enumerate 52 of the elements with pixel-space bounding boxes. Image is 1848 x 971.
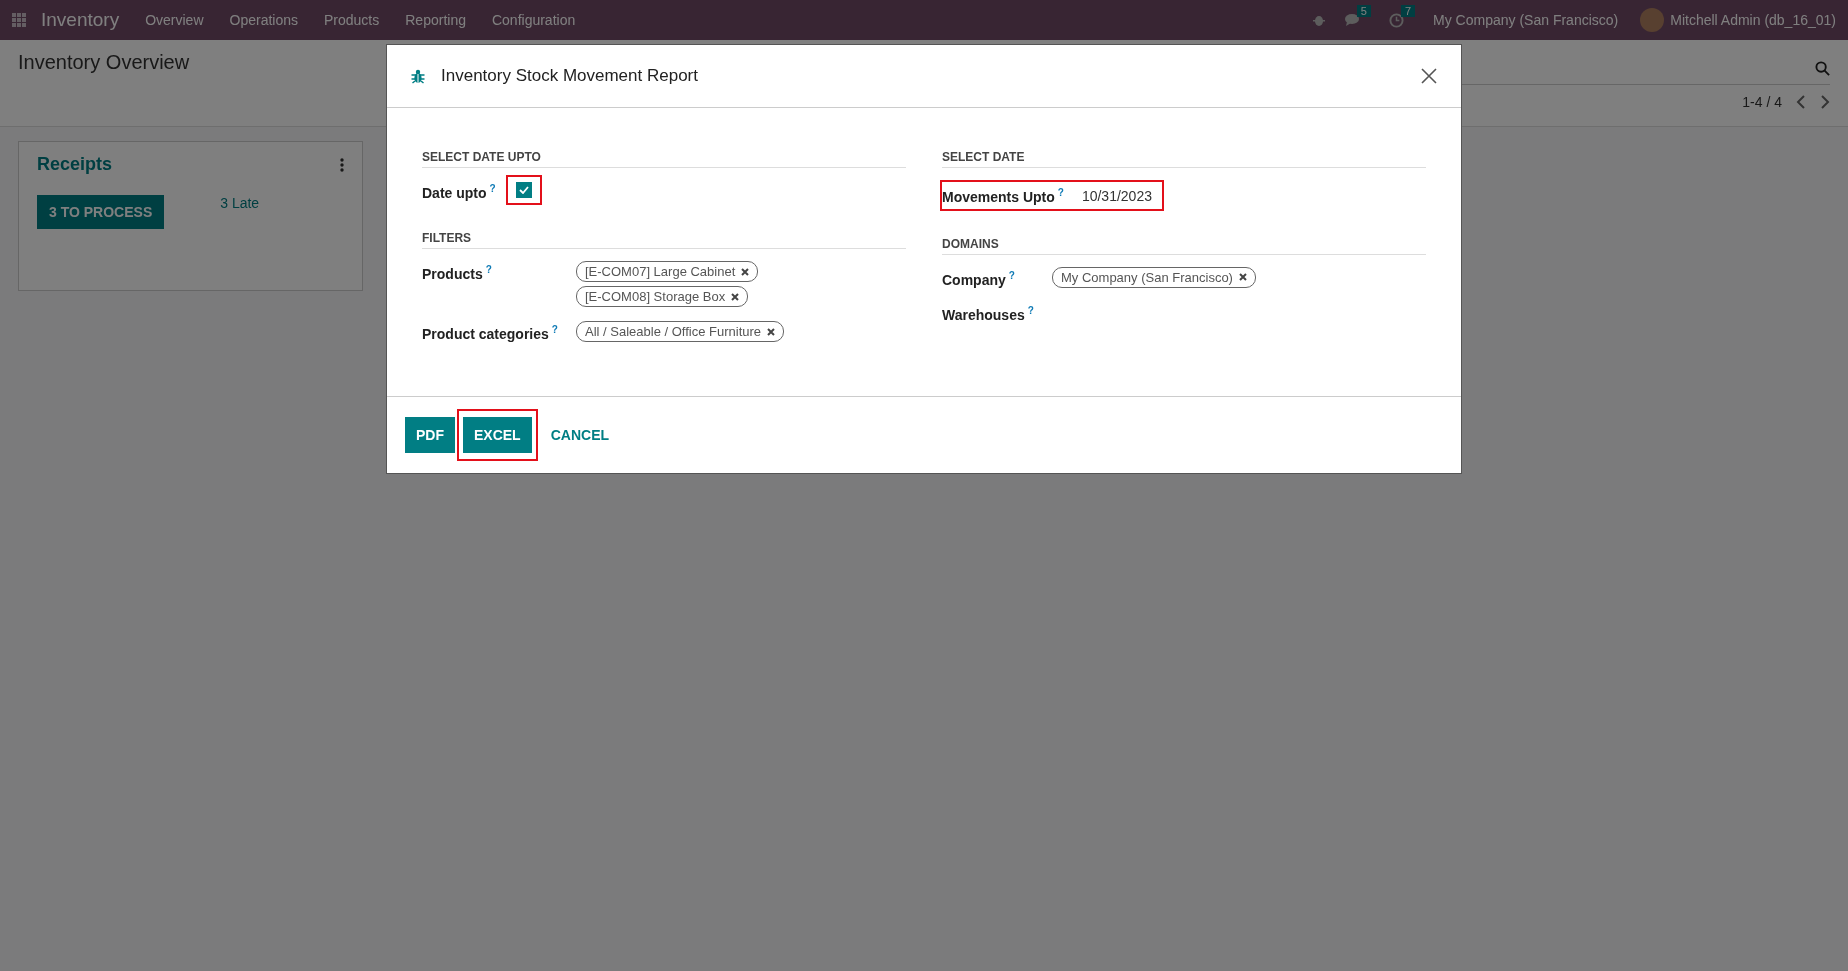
checkmark-icon xyxy=(518,186,529,194)
remove-icon[interactable] xyxy=(1238,273,1247,282)
checkbox[interactable] xyxy=(515,182,532,198)
section-heading: FILTERS xyxy=(422,231,906,249)
bug-icon xyxy=(411,68,425,84)
section-heading: SELECT DATE xyxy=(942,150,1426,168)
tag-label: [E-COM07] Large Cabinet xyxy=(585,264,736,279)
help-mark[interactable]: ? xyxy=(551,324,558,335)
section-heading: DOMAINS xyxy=(942,236,1426,255)
help-mark[interactable]: ? xyxy=(1008,269,1015,281)
message-count-badge: 5 xyxy=(1356,5,1371,17)
tag-label: All / Saleable / Office Furniture xyxy=(585,324,762,339)
user-menu[interactable]: Mitchell Admin (db_16_01) xyxy=(1670,12,1836,28)
menu-item[interactable]: Configuration xyxy=(491,12,576,28)
export-button[interactable]: EXCEL xyxy=(463,417,532,453)
export-button[interactable]: PDF xyxy=(405,417,455,453)
card-title[interactable]: Receipts xyxy=(37,154,113,175)
company-switcher[interactable]: My Company (San Francisco) xyxy=(1433,12,1619,28)
remove-icon[interactable] xyxy=(767,327,776,336)
field-label: Movements Upto $^{?}$ xyxy=(942,186,1064,205)
tag-label: [E-COM08] Storage Box xyxy=(585,289,726,304)
to-process-button[interactable]: 3 TO PROCESS xyxy=(37,195,165,229)
menu-item[interactable]: Reporting xyxy=(405,12,466,28)
date-field[interactable]: 10/31/2023 xyxy=(1081,184,1152,204)
help-mark[interactable]: ? xyxy=(1057,187,1064,198)
previous-icon[interactable] xyxy=(1796,95,1806,109)
menu-item[interactable]: Products xyxy=(324,12,380,28)
next-icon[interactable] xyxy=(1820,95,1830,109)
app-name[interactable]: Inventory xyxy=(41,9,120,31)
help-mark[interactable]: ? xyxy=(489,183,496,194)
cancel-button[interactable]: CANCEL xyxy=(539,417,621,453)
field-label: Date upto $^{?}$ xyxy=(422,182,496,201)
pager-value[interactable]: 1-4 / 4 xyxy=(1742,94,1782,110)
kebab-menu-icon[interactable] xyxy=(340,157,344,172)
dialog-title: Inventory Stock Movement Report xyxy=(441,66,699,86)
remove-icon[interactable] xyxy=(741,267,750,276)
field-label: Warehouses $^{?}$ xyxy=(942,303,1035,323)
section-heading: SELECT DATE UPTO xyxy=(422,150,906,168)
help-mark[interactable]: ? xyxy=(485,264,492,275)
late-link[interactable]: 3 Late xyxy=(220,195,260,211)
menu-item[interactable]: Operations xyxy=(229,12,298,28)
activity-count-badge: 7 xyxy=(1400,4,1416,17)
close-icon[interactable] xyxy=(1421,68,1437,84)
field-label: Company $^{?}$ xyxy=(942,268,1016,288)
remove-icon[interactable] xyxy=(731,292,740,301)
page-title: Inventory Overview xyxy=(18,50,190,74)
field-label: Product categories $^{?}$ xyxy=(422,323,559,342)
search-icon[interactable] xyxy=(1815,61,1830,76)
tag-label: My Company (San Francisco) xyxy=(1061,269,1233,285)
help-mark[interactable]: ? xyxy=(1027,304,1034,316)
menu-item[interactable]: Overview xyxy=(145,12,204,28)
field-label: Products $^{?}$ xyxy=(422,263,493,282)
